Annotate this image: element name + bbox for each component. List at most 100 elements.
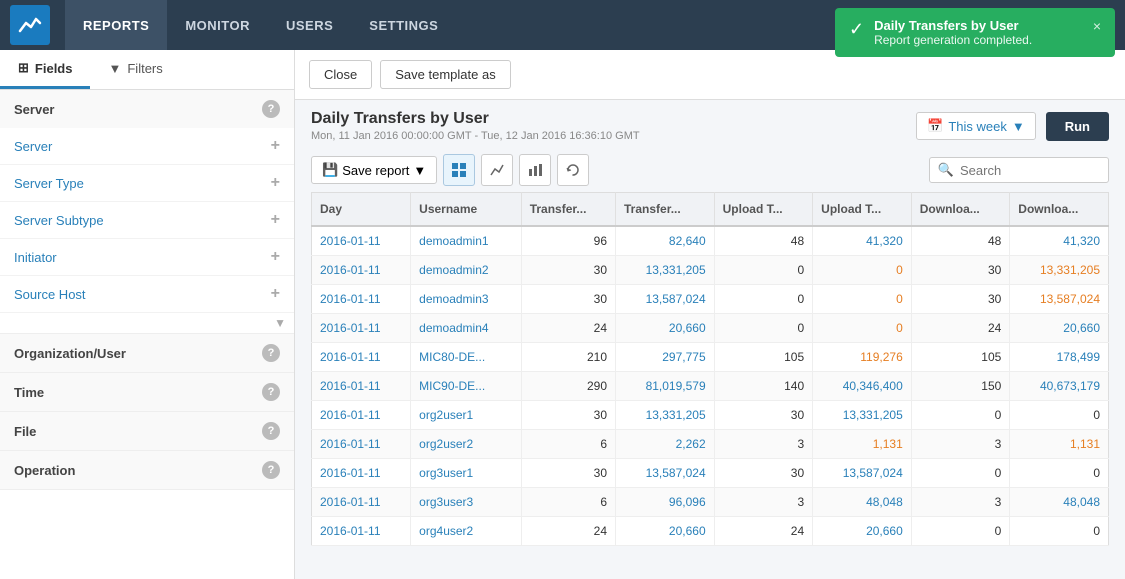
report-title: Daily Transfers by User (311, 110, 640, 128)
cell-upload1: 105 (714, 343, 813, 372)
line-chart-view-button[interactable] (481, 154, 513, 186)
cell-username[interactable]: org2user2 (411, 430, 522, 459)
date-range-selector[interactable]: 📅 This week ▼ (916, 112, 1036, 140)
cell-upload2[interactable]: 13,331,205 (813, 401, 912, 430)
field-item-source-host[interactable]: Source Host + (0, 276, 294, 313)
cell-username[interactable]: org3user1 (411, 459, 522, 488)
operation-group-info-icon[interactable]: ? (262, 461, 280, 479)
bar-chart-view-button[interactable] (519, 154, 551, 186)
cell-username[interactable]: org2user1 (411, 401, 522, 430)
col-header-transfer1[interactable]: Transfer... (521, 193, 615, 227)
close-button[interactable]: Close (309, 60, 372, 89)
cell-username[interactable]: org4user2 (411, 517, 522, 546)
cell-download2[interactable]: 41,320 (1010, 226, 1109, 256)
cell-download2[interactable]: 178,499 (1010, 343, 1109, 372)
field-source-host-add-icon[interactable]: + (271, 285, 280, 303)
nav-users[interactable]: USERS (268, 0, 351, 50)
cell-day[interactable]: 2016-01-11 (312, 256, 411, 285)
field-group-file-header[interactable]: File ? (0, 412, 294, 450)
col-header-upload1[interactable]: Upload T... (714, 193, 813, 227)
field-group-time-header[interactable]: Time ? (0, 373, 294, 411)
cell-day[interactable]: 2016-01-11 (312, 459, 411, 488)
cell-transfer2[interactable]: 20,660 (616, 314, 715, 343)
cell-transfer2[interactable]: 96,096 (616, 488, 715, 517)
run-button[interactable]: Run (1046, 112, 1109, 141)
col-header-username[interactable]: Username (411, 193, 522, 227)
cell-download2[interactable]: 20,660 (1010, 314, 1109, 343)
cell-upload2[interactable]: 20,660 (813, 517, 912, 546)
server-group-info-icon[interactable]: ? (262, 100, 280, 118)
tab-fields[interactable]: ⊞ Fields (0, 50, 90, 89)
nav-monitor[interactable]: MONITOR (167, 0, 268, 50)
table-view-button[interactable] (443, 154, 475, 186)
cell-upload2[interactable]: 40,346,400 (813, 372, 912, 401)
field-group-operation-header[interactable]: Operation ? (0, 451, 294, 489)
data-table-container: Day Username Transfer... Transfer... Upl… (295, 192, 1125, 579)
field-server-subtype-add-icon[interactable]: + (271, 211, 280, 229)
cell-day[interactable]: 2016-01-11 (312, 343, 411, 372)
field-server-add-icon[interactable]: + (271, 137, 280, 155)
cell-username[interactable]: MIC90-DE... (411, 372, 522, 401)
cell-day[interactable]: 2016-01-11 (312, 488, 411, 517)
cell-day[interactable]: 2016-01-11 (312, 430, 411, 459)
search-input[interactable] (960, 163, 1100, 178)
field-initiator-add-icon[interactable]: + (271, 248, 280, 266)
cell-download2[interactable]: 48,048 (1010, 488, 1109, 517)
field-group-server: Server ? Server + Server Type + Server S… (0, 90, 294, 334)
cell-upload2[interactable]: 13,587,024 (813, 459, 912, 488)
cell-transfer2[interactable]: 297,775 (616, 343, 715, 372)
field-initiator-label: Initiator (14, 250, 57, 265)
cell-transfer2[interactable]: 13,331,205 (616, 401, 715, 430)
cell-username[interactable]: org3user3 (411, 488, 522, 517)
cell-download1: 150 (911, 372, 1010, 401)
field-group-org-user-header[interactable]: Organization/User ? (0, 334, 294, 372)
org-user-group-title: Organization/User (14, 346, 126, 361)
field-server-type-add-icon[interactable]: + (271, 174, 280, 192)
col-header-download1[interactable]: Downloa... (911, 193, 1010, 227)
cell-transfer2[interactable]: 13,587,024 (616, 459, 715, 488)
field-group-server-header[interactable]: Server ? (0, 90, 294, 128)
nav-settings[interactable]: SETTINGS (351, 0, 456, 50)
field-item-server[interactable]: Server + (0, 128, 294, 165)
save-template-button[interactable]: Save template as (380, 60, 510, 89)
org-user-group-info-icon[interactable]: ? (262, 344, 280, 362)
col-header-transfer2[interactable]: Transfer... (616, 193, 715, 227)
refresh-button[interactable] (557, 154, 589, 186)
cell-day[interactable]: 2016-01-11 (312, 372, 411, 401)
col-header-day[interactable]: Day (312, 193, 411, 227)
cell-username[interactable]: demoadmin1 (411, 226, 522, 256)
save-report-chevron: ▼ (413, 163, 426, 178)
col-header-upload2[interactable]: Upload T... (813, 193, 912, 227)
cell-upload2[interactable]: 41,320 (813, 226, 912, 256)
cell-day[interactable]: 2016-01-11 (312, 517, 411, 546)
cell-username[interactable]: demoadmin4 (411, 314, 522, 343)
app-logo (10, 5, 50, 45)
file-group-info-icon[interactable]: ? (262, 422, 280, 440)
cell-day[interactable]: 2016-01-11 (312, 226, 411, 256)
cell-username[interactable]: demoadmin2 (411, 256, 522, 285)
time-group-info-icon[interactable]: ? (262, 383, 280, 401)
cell-download2[interactable]: 40,673,179 (1010, 372, 1109, 401)
cell-transfer2[interactable]: 81,019,579 (616, 372, 715, 401)
cell-transfer2[interactable]: 13,587,024 (616, 285, 715, 314)
cell-username[interactable]: MIC80-DE... (411, 343, 522, 372)
cell-day[interactable]: 2016-01-11 (312, 314, 411, 343)
cell-day[interactable]: 2016-01-11 (312, 285, 411, 314)
field-item-server-type[interactable]: Server Type + (0, 165, 294, 202)
cell-transfer2[interactable]: 13,331,205 (616, 256, 715, 285)
field-server-label: Server (14, 139, 52, 154)
tab-filters[interactable]: ▼ Filters (90, 50, 180, 89)
cell-username[interactable]: demoadmin3 (411, 285, 522, 314)
cell-upload2[interactable]: 48,048 (813, 488, 912, 517)
cell-day[interactable]: 2016-01-11 (312, 401, 411, 430)
nav-reports[interactable]: REPORTS (65, 0, 167, 50)
field-item-initiator[interactable]: Initiator + (0, 239, 294, 276)
cell-transfer2[interactable]: 20,660 (616, 517, 715, 546)
cell-transfer2[interactable]: 2,262 (616, 430, 715, 459)
toast-close-button[interactable]: × (1093, 18, 1101, 34)
main-layout: ⊞ Fields ▼ Filters Server ? Server + (0, 50, 1125, 579)
field-item-server-subtype[interactable]: Server Subtype + (0, 202, 294, 239)
cell-transfer2[interactable]: 82,640 (616, 226, 715, 256)
save-report-dropdown[interactable]: 💾 Save report ▼ (311, 156, 437, 184)
col-header-download2[interactable]: Downloa... (1010, 193, 1109, 227)
